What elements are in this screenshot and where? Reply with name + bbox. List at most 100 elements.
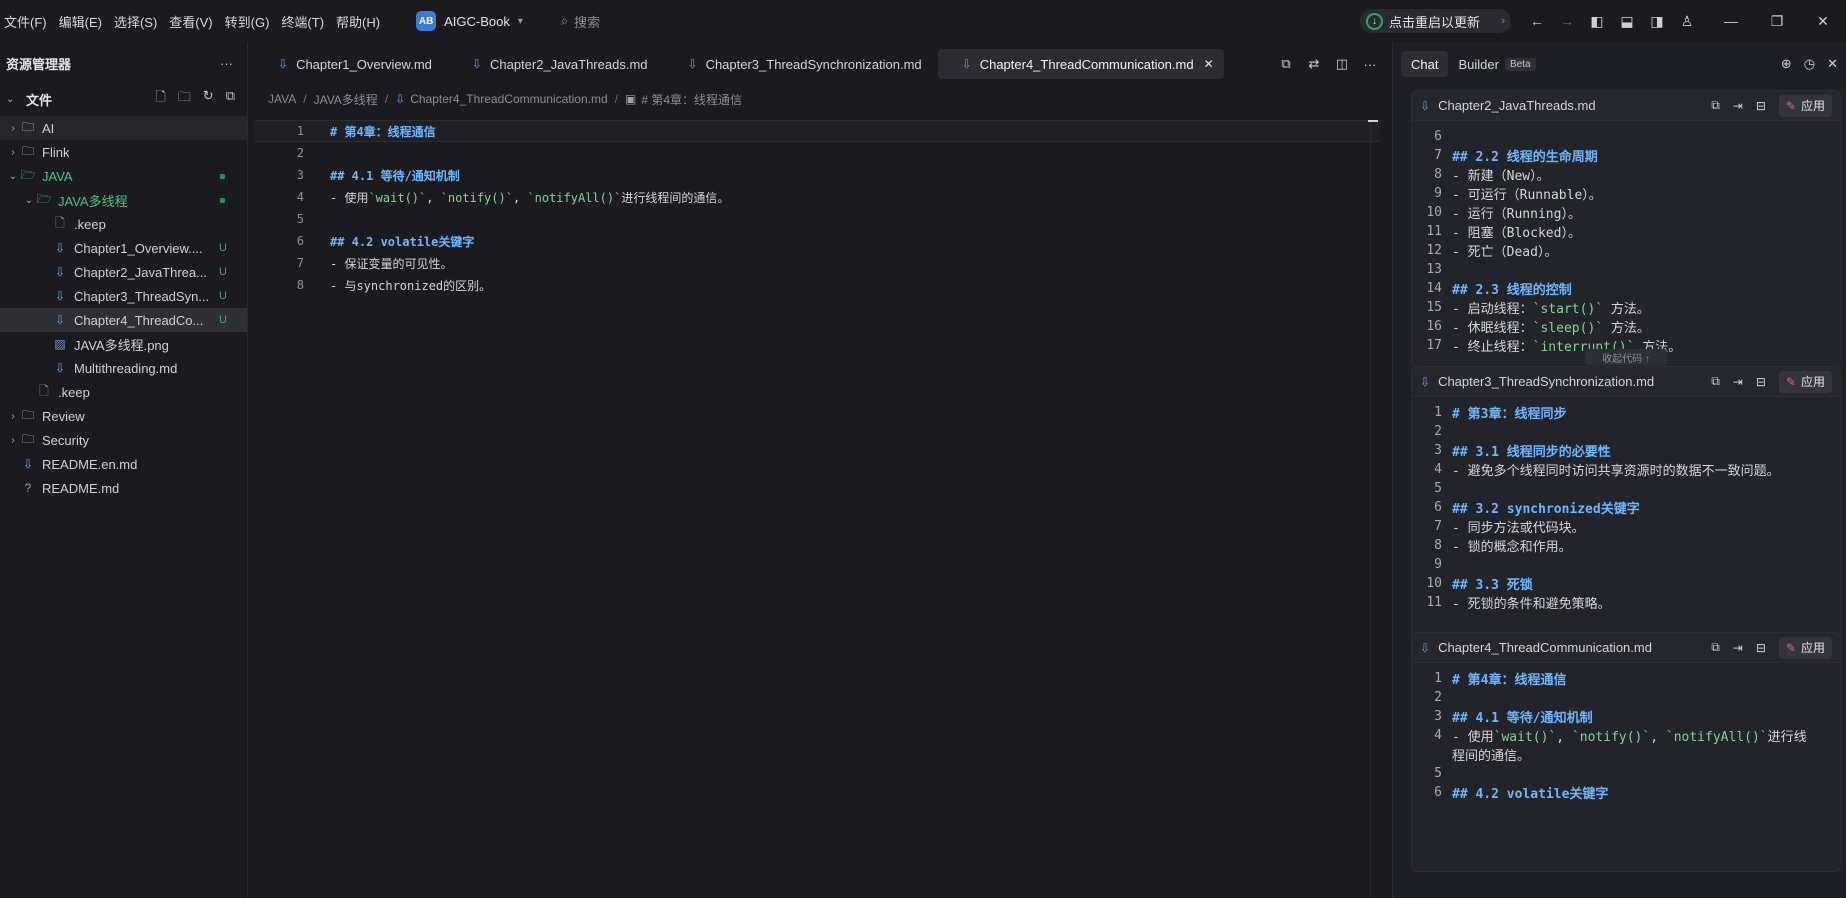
line-number: 11: [1426, 595, 1442, 610]
tree-item[interactable]: ⇩ Chapter3_ThreadSyn... U: [0, 284, 247, 308]
tree-item-label: Chapter1_Overview....: [74, 240, 203, 256]
editor-tab[interactable]: ⇩ Chapter4_ThreadCommunication.md ✕: [937, 49, 1224, 79]
tree-item[interactable]: ⇩ Multithreading.md: [0, 356, 247, 380]
tree-item[interactable]: 🗋 .keep: [0, 212, 247, 236]
diff-icon[interactable]: ⊟: [1756, 375, 1766, 389]
code-block-filename[interactable]: Chapter3_ThreadSynchronization.md: [1438, 374, 1654, 389]
more-icon[interactable]: ···: [220, 56, 233, 71]
more-icon[interactable]: ···: [1356, 57, 1384, 72]
compare-icon[interactable]: ⇄: [1300, 56, 1328, 72]
diff-icon[interactable]: ⊟: [1756, 99, 1766, 113]
toggle-auxbar-icon[interactable]: ◨: [1642, 13, 1672, 30]
restore-icon[interactable]: ❐: [1754, 13, 1800, 30]
apply-button[interactable]: ✎ 应用: [1778, 636, 1832, 659]
tab-builder[interactable]: Builder Beta: [1448, 51, 1545, 77]
plain-text: - 可运行（Runnable）。: [1452, 188, 1602, 203]
explorer-header: 资源管理器 ···: [0, 42, 247, 84]
tree-item[interactable]: ⌄ 🗁 JAVA: [0, 164, 247, 188]
minimize-icon[interactable]: —: [1708, 13, 1754, 29]
line-text: ## 4.1 等待/通知机制: [330, 167, 460, 184]
menu-view[interactable]: 查看(V): [165, 12, 216, 31]
tree-item[interactable]: ⇩ Chapter1_Overview.... U: [0, 236, 247, 260]
magic-wand-icon: ✎: [1785, 640, 1796, 655]
menu-help[interactable]: 帮助(H): [332, 12, 384, 31]
code-block-filename[interactable]: Chapter2_JavaThreads.md: [1438, 98, 1596, 113]
refresh-icon[interactable]: ↻: [203, 88, 214, 110]
code-editor[interactable]: 1 # 第4章：线程通信 2 3 ## 4.1 等待/通知机制 4 - 使用`wait()`…: [254, 120, 1380, 296]
toggle-sidebar-icon[interactable]: ◧: [1582, 13, 1612, 30]
tree-item[interactable]: ⌄ 🗁 JAVA多线程: [0, 188, 247, 212]
line-text: - 同步方法或代码块。: [1452, 517, 1585, 536]
tree-item-label: AI: [42, 120, 55, 136]
copy-icon[interactable]: ⧉: [1711, 98, 1720, 113]
close-window-icon[interactable]: ✕: [1800, 13, 1846, 30]
editor-scrollbar[interactable]: [1370, 120, 1384, 898]
editor-tab[interactable]: ⇩ Chapter3_ThreadSynchronization.md: [664, 49, 932, 79]
heading-text: ## 4.2 volatile关键字: [1452, 787, 1609, 802]
tree-item[interactable]: ⇩ Chapter2_JavaThrea... U: [0, 260, 247, 284]
copy-icon[interactable]: ⧉: [1711, 640, 1720, 655]
menu-select[interactable]: 选择(S): [110, 12, 161, 31]
apply-label: 应用: [1800, 99, 1825, 113]
tree-item[interactable]: › 🗀 Review: [0, 404, 247, 428]
inline-code: `notifyAll()`: [1665, 730, 1768, 745]
menu-terminal[interactable]: 终端(T): [277, 12, 328, 31]
tree-item[interactable]: › 🗀 AI: [0, 116, 247, 140]
breadcrumb-item[interactable]: JAVA多线程: [314, 91, 378, 108]
heading-text: # 第4章：线程通信: [1452, 673, 1567, 688]
line-number: 16: [1426, 319, 1442, 334]
toggle-panel-icon[interactable]: ⬓: [1612, 13, 1642, 30]
collapse-all-icon[interactable]: ⧉: [226, 88, 235, 110]
editor-tab[interactable]: ⇩ Chapter1_Overview.md: [254, 49, 442, 79]
insert-icon[interactable]: ⇥: [1733, 375, 1743, 389]
line-text: - 保证变量的可见性。: [330, 255, 452, 272]
forward-arrow-icon[interactable]: →: [1552, 13, 1582, 29]
tree-item[interactable]: ⇩ Chapter4_ThreadCo... U: [0, 308, 247, 332]
tree-item[interactable]: ⇩ README.en.md: [0, 452, 247, 476]
split-editor-icon[interactable]: ◫: [1328, 56, 1356, 72]
line-number: 2: [1434, 424, 1442, 439]
editor-tab[interactable]: ⇩ Chapter2_JavaThreads.md: [448, 49, 658, 79]
close-icon[interactable]: ✕: [1827, 56, 1838, 72]
tree-item[interactable]: ? README.md: [0, 476, 247, 500]
project-switcher[interactable]: AB AIGC-Book ▾: [416, 11, 523, 31]
open-preview-icon[interactable]: ⧉: [1272, 56, 1300, 72]
beta-badge: Beta: [1504, 57, 1536, 71]
history-icon[interactable]: ◷: [1804, 56, 1815, 72]
files-section-header[interactable]: ⌄ 文件 🗋 🗀 ↻ ⧉: [0, 84, 247, 114]
tab-chat[interactable]: Chat: [1401, 51, 1449, 77]
breadcrumb-item[interactable]: JAVA: [268, 92, 296, 106]
diff-icon[interactable]: ⊟: [1756, 641, 1766, 655]
new-file-icon[interactable]: 🗋: [155, 88, 165, 110]
insert-icon[interactable]: ⇥: [1733, 641, 1743, 655]
breadcrumb-item[interactable]: # 第4章：线程通信: [641, 91, 742, 108]
line-text: - 使用`wait()`, `notify()`, `notifyAll()`进…: [330, 189, 729, 206]
line-text: ## 3.2 synchronized关键字: [1452, 498, 1640, 517]
tree-item-label: Chapter2_JavaThrea...: [74, 264, 207, 280]
back-arrow-icon[interactable]: ←: [1522, 13, 1552, 29]
copy-icon[interactable]: ⧉: [1711, 374, 1720, 389]
search-input[interactable]: ⌕ 搜索: [561, 12, 600, 31]
menu-goto[interactable]: 转到(G): [221, 12, 274, 31]
apply-button[interactable]: ✎ 应用: [1778, 94, 1832, 117]
new-folder-icon[interactable]: 🗀: [178, 88, 191, 110]
tree-item[interactable]: 🗋 .keep: [0, 380, 247, 404]
collapse-code-button[interactable]: 收起代码 ↑: [1585, 349, 1667, 365]
menu-edit[interactable]: 编辑(E): [55, 12, 106, 31]
menu-file[interactable]: 文件(F): [0, 12, 51, 31]
menu-bar: 文件(F) 编辑(E) 选择(S) 查看(V) 转到(G) 终端(T) 帮助(H…: [0, 0, 388, 42]
tree-item[interactable]: › 🗀 Flink: [0, 140, 247, 164]
line-text: ## 2.3 线程的控制: [1452, 279, 1572, 298]
tree-item[interactable]: › 🗀 Security: [0, 428, 247, 452]
new-chat-icon[interactable]: ⊕: [1781, 56, 1792, 72]
restart-update-button[interactable]: ↓ 点击重启以更新 ›: [1360, 9, 1511, 33]
chevron-right-icon: ›: [11, 122, 15, 134]
insert-icon[interactable]: ⇥: [1733, 99, 1743, 113]
editor-actions: ⧉ ⇄ ◫ ···: [1272, 42, 1384, 86]
tree-item[interactable]: ▨ JAVA多线程.png: [0, 332, 247, 356]
account-icon[interactable]: ♙: [1672, 13, 1702, 30]
breadcrumb-item[interactable]: Chapter4_ThreadCommunication.md: [410, 92, 607, 106]
code-block-filename[interactable]: Chapter4_ThreadCommunication.md: [1438, 640, 1652, 655]
apply-button[interactable]: ✎ 应用: [1778, 370, 1832, 393]
close-icon[interactable]: ✕: [1204, 57, 1214, 71]
